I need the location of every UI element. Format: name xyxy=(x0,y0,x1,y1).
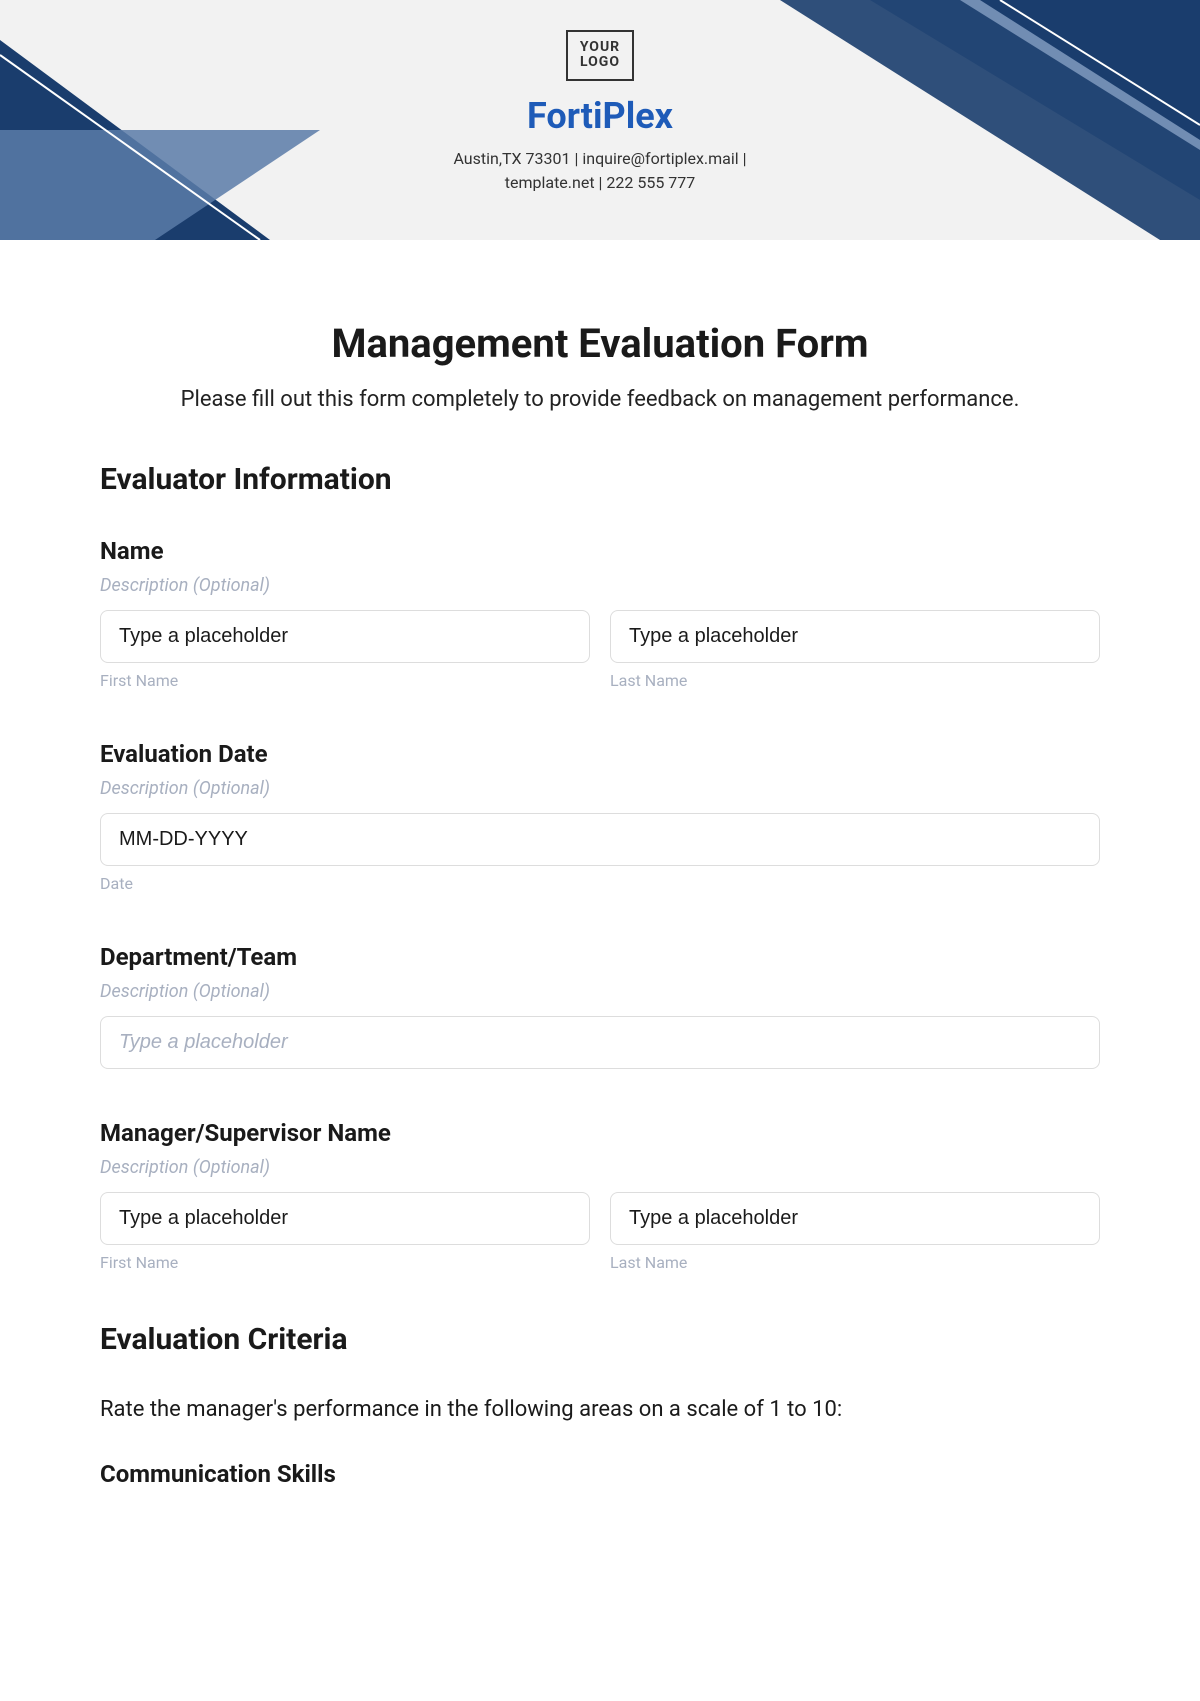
sublabel-mgr-first: First Name xyxy=(100,1253,590,1272)
contact-info: Austin,TX 73301 | inquire@fortiplex.mail… xyxy=(0,147,1200,195)
form-subtitle: Please fill out this form completely to … xyxy=(100,387,1100,412)
desc-manager: Description (Optional) xyxy=(100,1157,1100,1178)
criteria-communication: Communication Skills xyxy=(100,1460,1100,1488)
label-name: Name xyxy=(100,537,1100,565)
field-name: Name Description (Optional) First Name L… xyxy=(100,537,1100,690)
form-body: Management Evaluation Form Please fill o… xyxy=(0,240,1200,1528)
label-date: Evaluation Date xyxy=(100,740,1100,768)
manager-last-name-input[interactable] xyxy=(610,1192,1100,1245)
logo-placeholder: YOUR LOGO xyxy=(566,30,634,81)
sublabel-date: Date xyxy=(100,874,1100,893)
section-evaluator-info: Evaluator Information xyxy=(100,462,1100,497)
desc-department: Description (Optional) xyxy=(100,981,1100,1002)
department-input[interactable] xyxy=(100,1016,1100,1069)
manager-first-name-input[interactable] xyxy=(100,1192,590,1245)
sublabel-mgr-last: Last Name xyxy=(610,1253,1100,1272)
brand-name: FortiPlex xyxy=(0,95,1200,137)
header-banner: YOUR LOGO FortiPlex Austin,TX 73301 | in… xyxy=(0,0,1200,240)
first-name-input[interactable] xyxy=(100,610,590,663)
label-department: Department/Team xyxy=(100,943,1100,971)
section-evaluation-criteria: Evaluation Criteria xyxy=(100,1322,1100,1357)
desc-date: Description (Optional) xyxy=(100,778,1100,799)
field-department: Department/Team Description (Optional) xyxy=(100,943,1100,1069)
last-name-input[interactable] xyxy=(610,610,1100,663)
label-manager: Manager/Supervisor Name xyxy=(100,1119,1100,1147)
sublabel-first-name: First Name xyxy=(100,671,590,690)
criteria-intro: Rate the manager's performance in the fo… xyxy=(100,1397,1100,1422)
date-input[interactable] xyxy=(100,813,1100,866)
desc-name: Description (Optional) xyxy=(100,575,1100,596)
field-evaluation-date: Evaluation Date Description (Optional) D… xyxy=(100,740,1100,893)
sublabel-last-name: Last Name xyxy=(610,671,1100,690)
field-manager-name: Manager/Supervisor Name Description (Opt… xyxy=(100,1119,1100,1272)
form-title: Management Evaluation Form xyxy=(100,320,1100,367)
